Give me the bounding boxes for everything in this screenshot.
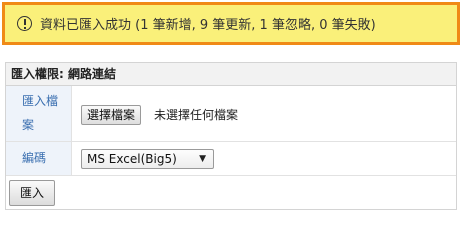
- encoding-selected-value: MS Excel(Big5): [87, 152, 177, 166]
- file-label-cell: 匯入檔案: [6, 86, 72, 141]
- info-icon: [17, 16, 32, 31]
- choose-file-button[interactable]: 選擇檔案: [81, 105, 142, 125]
- import-panel: 匯入權限: 網路連結 匯入檔案 選擇檔案 未選擇任何檔案 編碼 MS Excel…: [5, 62, 457, 210]
- import-button[interactable]: 匯入: [9, 180, 55, 206]
- file-row: 匯入檔案 選擇檔案 未選擇任何檔案: [6, 86, 456, 142]
- encoding-label: 編碼: [22, 151, 47, 165]
- encoding-label-cell: 編碼: [6, 142, 72, 175]
- file-status-text: 未選擇任何檔案: [154, 108, 239, 122]
- import-success-notice: 資料已匯入成功 (1 筆新增, 9 筆更新, 1 筆忽略, 0 筆失敗): [2, 2, 460, 45]
- file-label: 匯入檔案: [22, 94, 59, 132]
- encoding-select[interactable]: MS Excel(Big5) ▼: [81, 149, 214, 169]
- dropdown-arrow-icon: ▼: [199, 154, 206, 164]
- panel-title: 匯入權限: 網路連結: [6, 63, 456, 86]
- notice-message: 資料已匯入成功 (1 筆新增, 9 筆更新, 1 筆忽略, 0 筆失敗): [40, 18, 376, 33]
- encoding-row: 編碼 MS Excel(Big5) ▼: [6, 142, 456, 176]
